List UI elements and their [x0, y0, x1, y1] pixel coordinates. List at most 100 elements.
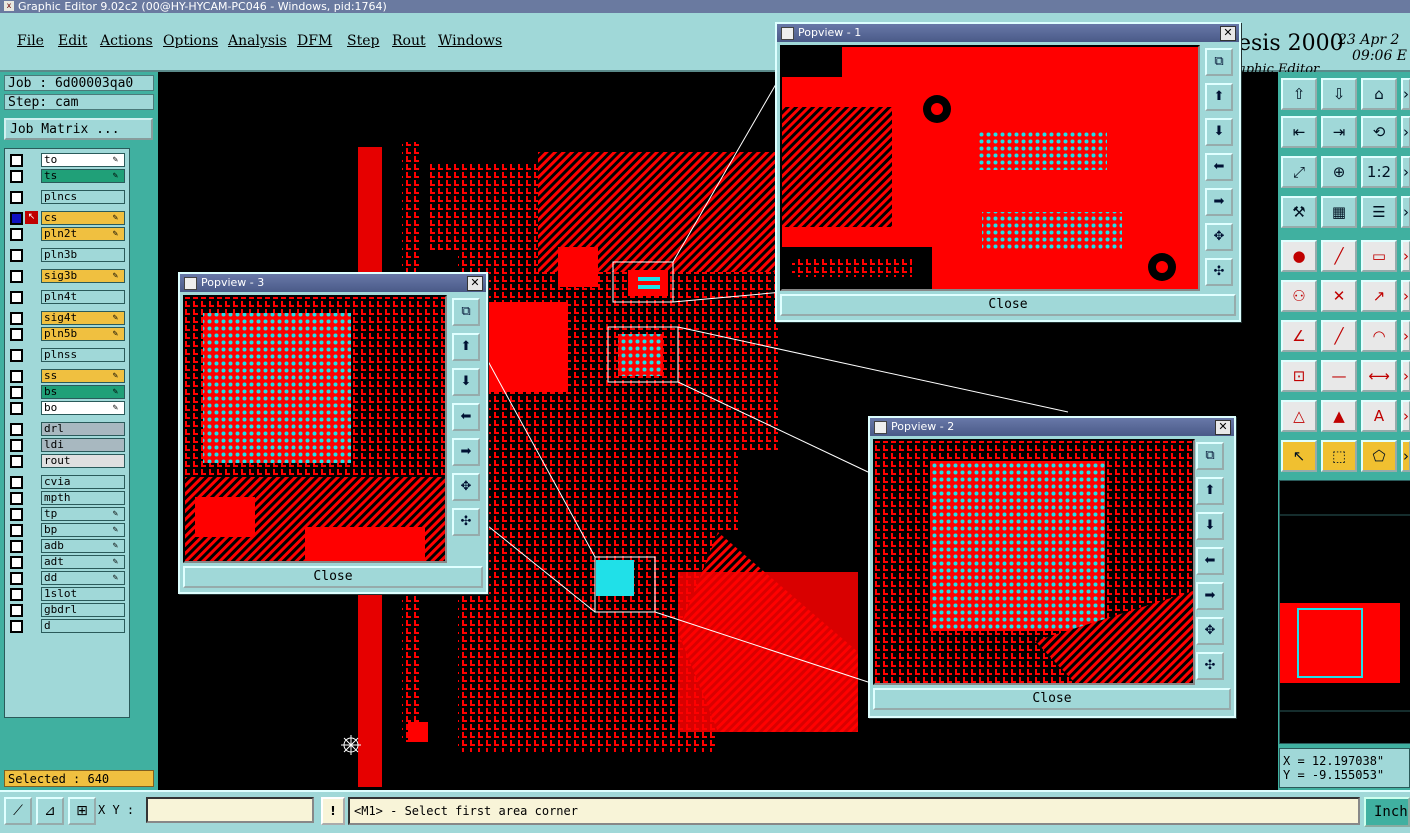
layer-checkbox[interactable]	[10, 492, 23, 505]
layer-name[interactable]: adt ✎	[41, 555, 125, 569]
layer-checkbox[interactable]	[10, 620, 23, 633]
overview-map[interactable]	[1279, 480, 1410, 744]
layer-row[interactable]: tp ✎	[5, 507, 129, 521]
popview-2-close-button[interactable]: Close	[873, 688, 1231, 710]
layer-checkbox[interactable]	[10, 270, 23, 283]
zoom-in-icon[interactable]: ✥	[452, 473, 480, 501]
zoom-in-icon[interactable]: ✥	[1205, 223, 1233, 251]
layer-name[interactable]: cvia	[41, 475, 125, 489]
download-icon[interactable]: ⇩	[1321, 78, 1357, 110]
layer-name[interactable]: pln2t ✎	[41, 227, 125, 241]
ruler-icon[interactable]: ▭	[1361, 240, 1397, 272]
layer-checkbox[interactable]	[10, 588, 23, 601]
layer-row[interactable]: mpth	[5, 491, 129, 505]
layer-row[interactable]: adb ✎	[5, 539, 129, 553]
more-icon[interactable]: ›	[1401, 196, 1410, 228]
more-icon[interactable]: ›	[1401, 240, 1410, 272]
layer-name[interactable]: tp ✎	[41, 507, 125, 521]
layer-name[interactable]: pln4t	[41, 290, 125, 304]
layer-name[interactable]: bp ✎	[41, 523, 125, 537]
snap-icon[interactable]: ⟋	[4, 797, 32, 825]
popview-3-titlebar[interactable]: Popview - 3	[180, 274, 486, 292]
layer-name[interactable]: 1slot	[41, 587, 125, 601]
slash-icon[interactable]: ╱	[1321, 320, 1357, 352]
layer-name[interactable]: bo ✎	[41, 401, 125, 415]
pan-up-icon[interactable]: ⬆	[452, 333, 480, 361]
layer-checkbox[interactable]	[10, 228, 23, 241]
move-pad-icon[interactable]: ⊡	[1281, 360, 1317, 392]
rotate-icon[interactable]: ⟲	[1361, 116, 1397, 148]
layer-name[interactable]: bs ✎	[41, 385, 125, 399]
menu-dfm[interactable]: DFM	[297, 33, 332, 49]
layer-name[interactable]: cs ✎	[41, 211, 125, 225]
layer-checkbox[interactable]	[10, 423, 23, 436]
layer-checkbox[interactable]	[10, 540, 23, 553]
close-icon[interactable]: ✕	[1220, 26, 1236, 41]
pan-right-icon[interactable]: ➡	[452, 438, 480, 466]
layer-row[interactable]: rout	[5, 454, 129, 468]
layer-row[interactable]: ldi	[5, 438, 129, 452]
pan-left-icon[interactable]: ⬅	[1196, 547, 1224, 575]
more-icon[interactable]: ›	[1401, 78, 1410, 110]
layers-icon[interactable]: ☰	[1361, 196, 1397, 228]
layer-row[interactable]: sig4t ✎	[5, 311, 129, 325]
popview-1-close-button[interactable]: Close	[780, 294, 1236, 316]
pan-right-icon[interactable]: ➡	[1196, 582, 1224, 610]
layer-row[interactable]: ↖ cs ✎	[5, 211, 129, 225]
layer-name[interactable]: adb ✎	[41, 539, 125, 553]
layer-row[interactable]: d	[5, 619, 129, 633]
layer-checkbox[interactable]	[10, 604, 23, 617]
menu-rout[interactable]: Rout	[392, 33, 426, 49]
popview-2-view[interactable]	[873, 439, 1195, 685]
cross-icon[interactable]: ✕	[1321, 280, 1357, 312]
zoom-fit-icon[interactable]: ⧉	[1205, 48, 1233, 76]
menu-actions[interactable]: Actions	[100, 33, 153, 49]
layer-row[interactable]: drl	[5, 422, 129, 436]
export-icon[interactable]: ⇥	[1321, 116, 1357, 148]
layer-row[interactable]: cvia	[5, 475, 129, 489]
layer-row[interactable]: ss ✎	[5, 369, 129, 383]
xy-input[interactable]	[146, 797, 314, 823]
span-icon[interactable]: ⟷	[1361, 360, 1397, 392]
upload-icon[interactable]: ⇧	[1281, 78, 1317, 110]
layer-row[interactable]: adt ✎	[5, 555, 129, 569]
layer-checkbox[interactable]	[10, 212, 23, 225]
layer-checkbox[interactable]	[10, 508, 23, 521]
zoom-fit-icon[interactable]: ⧉	[1196, 442, 1224, 470]
connect-icon[interactable]: ⚇	[1281, 280, 1317, 312]
layer-row[interactable]: pln3b	[5, 248, 129, 262]
select-poly-icon[interactable]: ⬠	[1361, 440, 1397, 472]
zoom-in-icon[interactable]: ✥	[1196, 617, 1224, 645]
layer-name[interactable]: ts ✎	[41, 169, 125, 183]
grid-icon[interactable]: ▦	[1321, 196, 1357, 228]
layer-name[interactable]: ss ✎	[41, 369, 125, 383]
layer-checkbox[interactable]	[10, 349, 23, 362]
import-icon[interactable]: ⇤	[1281, 116, 1317, 148]
pointer-icon[interactable]: ↖	[1281, 440, 1317, 472]
pan-down-icon[interactable]: ⬇	[1196, 512, 1224, 540]
measure-icon[interactable]: ⊿	[36, 797, 64, 825]
layer-checkbox[interactable]	[10, 386, 23, 399]
layer-row[interactable]: to ✎	[5, 153, 129, 167]
more-icon[interactable]: ›	[1401, 280, 1410, 312]
layer-row[interactable]: bp ✎	[5, 523, 129, 537]
layer-checkbox[interactable]	[10, 476, 23, 489]
center-icon[interactable]: ⊕	[1321, 156, 1357, 188]
layer-checkbox[interactable]	[10, 572, 23, 585]
layer-row[interactable]: bs ✎	[5, 385, 129, 399]
close-icon[interactable]: ✕	[1215, 420, 1231, 435]
layer-checkbox[interactable]	[10, 291, 23, 304]
pan-up-icon[interactable]: ⬆	[1205, 83, 1233, 111]
layer-row[interactable]: bo ✎	[5, 401, 129, 415]
minus-icon[interactable]: —	[1321, 360, 1357, 392]
menu-analysis[interactable]: Analysis	[228, 33, 287, 49]
layer-row[interactable]: plncs	[5, 190, 129, 204]
home-icon[interactable]: ⌂	[1361, 78, 1397, 110]
more-icon[interactable]: ›	[1401, 116, 1410, 148]
menu-step[interactable]: Step	[347, 33, 379, 49]
more-icon[interactable]: ›	[1401, 360, 1410, 392]
layer-checkbox[interactable]	[10, 312, 23, 325]
close-icon[interactable]: ✕	[467, 276, 483, 291]
layer-name[interactable]: rout	[41, 454, 125, 468]
popview-3-view[interactable]	[183, 295, 447, 563]
